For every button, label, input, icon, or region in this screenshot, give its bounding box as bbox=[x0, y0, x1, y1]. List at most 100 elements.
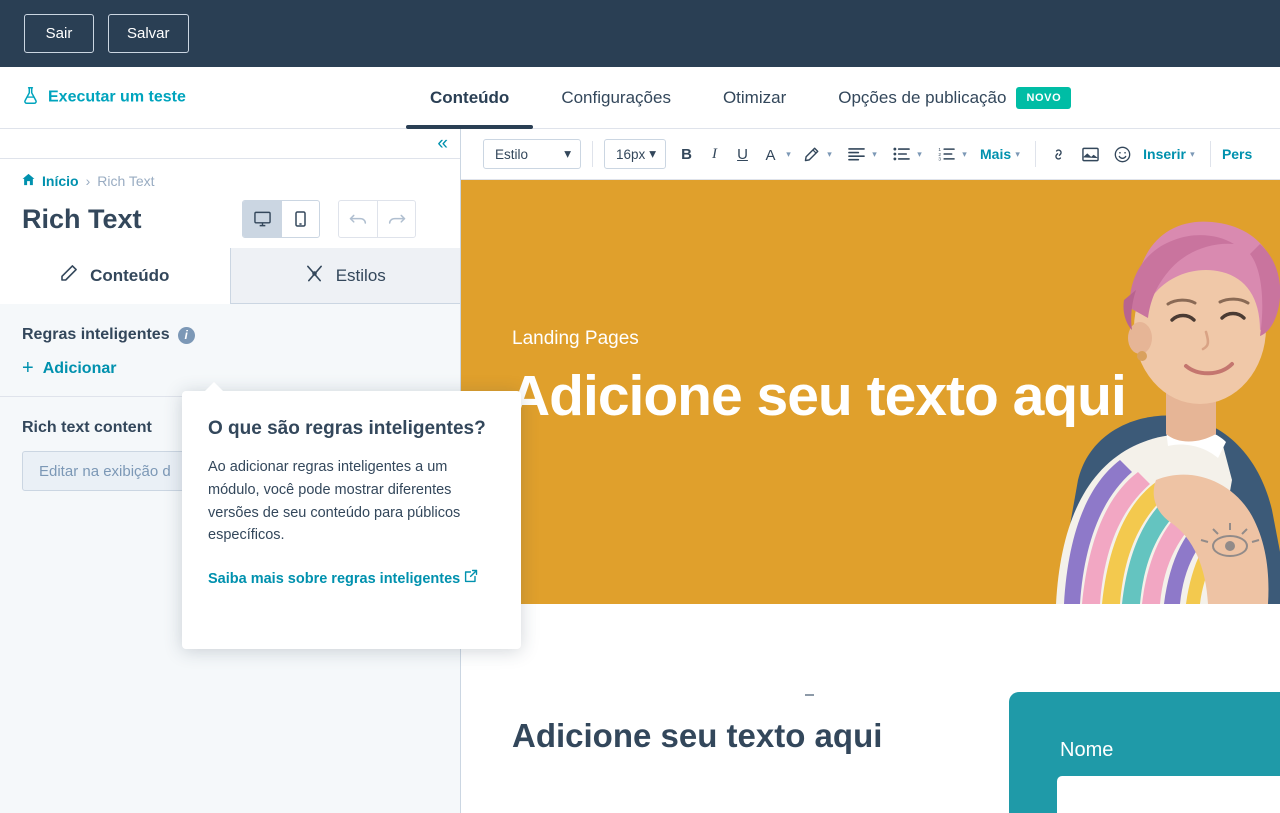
chevron-down-icon[interactable]: ▾ bbox=[868, 139, 881, 169]
smart-rules-title: Regras inteligentes bbox=[22, 326, 170, 343]
top-toolbar: Sair Salvar bbox=[0, 0, 1280, 67]
font-size-value: 16px bbox=[616, 146, 646, 162]
bullet-list-icon[interactable] bbox=[890, 139, 913, 169]
toolbar-divider-1 bbox=[592, 141, 593, 167]
smart-rules-section: Regras inteligentes i + Adicionar bbox=[0, 304, 460, 397]
more-menu-button[interactable]: Mais bbox=[980, 146, 1011, 162]
hero-section: Landing Pages Adicione seu texto aqui bbox=[461, 180, 1280, 604]
bold-button[interactable]: B bbox=[675, 139, 698, 169]
chevron-down-icon: ▾ bbox=[649, 146, 656, 161]
subtab-conteudo-label: Conteúdo bbox=[90, 265, 170, 285]
page-title: Rich Text bbox=[22, 203, 142, 234]
tooltip-learn-more-link[interactable]: Saiba mais sobre regras inteligentes bbox=[208, 565, 495, 591]
history-controls bbox=[338, 200, 416, 238]
breadcrumb: Início › Rich Text bbox=[22, 173, 438, 189]
tooltip-body: Ao adicionar regras inteligentes a um mó… bbox=[208, 458, 461, 544]
rich-text-editor-toolbar: Estilo ▾ 16px ▾ B I U A ▾ ▾ ▾ ▾ 1 2 3 ▾ … bbox=[461, 129, 1280, 180]
external-link-icon bbox=[464, 569, 478, 591]
subtab-estilos-label: Estilos bbox=[335, 265, 386, 285]
section-title[interactable]: Adicione seu texto aqui bbox=[512, 717, 882, 755]
chevron-down-icon[interactable]: ▾ bbox=[913, 139, 926, 169]
chevron-down-icon[interactable]: ▾ bbox=[958, 139, 971, 169]
sidebar-subtabs: Conteúdo Estilos bbox=[0, 248, 460, 304]
tab-opcoes-de-publicacao[interactable]: Opções de publicação NOVO bbox=[812, 67, 1097, 129]
subtab-estilos[interactable]: Estilos bbox=[229, 248, 460, 303]
highlighter-icon[interactable] bbox=[800, 139, 823, 169]
tab-conteudo-label: Conteúdo bbox=[430, 88, 510, 107]
personalize-menu-button[interactable]: Pers bbox=[1222, 146, 1252, 162]
hero-eyebrow: Landing Pages bbox=[512, 328, 639, 349]
smart-rules-tooltip: O que são regras inteligentes? Ao adicio… bbox=[182, 382, 521, 649]
section-tick-mark bbox=[805, 694, 814, 696]
flask-icon bbox=[22, 86, 39, 109]
style-select[interactable]: Estilo ▾ bbox=[483, 139, 581, 169]
brush-icon bbox=[305, 264, 324, 288]
double-chevron-left-icon[interactable]: « bbox=[437, 134, 447, 153]
form-field-label: Nome bbox=[1060, 739, 1114, 761]
desktop-icon[interactable] bbox=[243, 201, 281, 237]
viewport-toggle bbox=[242, 200, 320, 238]
tab-configuracoes[interactable]: Configurações bbox=[535, 67, 697, 129]
chevron-down-icon[interactable]: ▾ bbox=[823, 139, 836, 169]
tab-opcoes-label: Opções de publicação bbox=[838, 88, 1007, 107]
person-with-pink-hair-photo bbox=[1056, 221, 1280, 604]
tab-otimizar[interactable]: Otimizar bbox=[697, 67, 812, 129]
form-name-input[interactable] bbox=[1057, 776, 1280, 813]
subtab-conteudo[interactable]: Conteúdo bbox=[0, 248, 230, 304]
breadcrumb-current: Rich Text bbox=[97, 173, 155, 189]
mobile-icon[interactable] bbox=[281, 201, 319, 237]
numbered-list-icon[interactable]: 1 2 3 bbox=[935, 139, 958, 169]
sidebar-title-row: Rich Text bbox=[22, 200, 438, 238]
save-button[interactable]: Salvar bbox=[108, 14, 189, 53]
chevron-down-icon[interactable]: ▾ bbox=[1011, 139, 1024, 169]
emoji-icon[interactable] bbox=[1111, 139, 1134, 169]
tab-otimizar-label: Otimizar bbox=[722, 88, 787, 107]
tab-configuracoes-label: Configurações bbox=[561, 88, 671, 107]
info-icon[interactable]: i bbox=[177, 326, 195, 344]
breadcrumb-home-label: Início bbox=[42, 173, 79, 189]
run-test-label: Executar um teste bbox=[48, 88, 186, 106]
chevron-down-icon: ▾ bbox=[564, 146, 571, 161]
svg-text:1: 1 bbox=[938, 147, 941, 153]
chevron-down-icon[interactable]: ▾ bbox=[1186, 139, 1199, 169]
image-icon[interactable] bbox=[1079, 139, 1102, 169]
primary-nav: Executar um teste Conteúdo Configurações… bbox=[0, 67, 1280, 129]
content-section: Adicione seu texto aqui Nome bbox=[461, 604, 1280, 813]
font-color-icon[interactable]: A bbox=[759, 139, 782, 169]
smart-rules-title-row: Regras inteligentes i bbox=[22, 326, 438, 344]
link-icon[interactable] bbox=[1047, 139, 1070, 169]
exit-button[interactable]: Sair bbox=[24, 14, 94, 53]
app-root: Sair Salvar Executar um teste Conteúdo C… bbox=[0, 0, 1280, 813]
svg-text:A: A bbox=[765, 147, 775, 163]
tooltip-link-label: Saiba mais sobre regras inteligentes bbox=[208, 571, 461, 588]
redo-icon[interactable] bbox=[377, 201, 415, 237]
plus-icon: + bbox=[22, 357, 34, 379]
align-left-icon[interactable] bbox=[845, 139, 868, 169]
sidebar-collapse-row: « bbox=[0, 129, 460, 159]
page-preview-canvas: Landing Pages Adicione seu texto aqui Ad… bbox=[461, 180, 1280, 813]
toolbar-divider-3 bbox=[1209, 141, 1211, 167]
svg-text:3: 3 bbox=[938, 157, 941, 161]
tab-conteudo[interactable]: Conteúdo bbox=[404, 67, 535, 129]
add-smart-rule-button[interactable]: + Adicionar bbox=[22, 357, 438, 380]
undo-icon[interactable] bbox=[339, 201, 377, 237]
home-icon bbox=[22, 173, 35, 189]
nav-tab-list: Conteúdo Configurações Otimizar Opções d… bbox=[404, 67, 1097, 129]
font-size-select[interactable]: 16px ▾ bbox=[604, 139, 666, 169]
breadcrumb-home[interactable]: Início bbox=[22, 173, 79, 189]
underline-button[interactable]: U bbox=[731, 139, 754, 169]
toolbar-divider-2 bbox=[1035, 141, 1037, 167]
pencil-icon bbox=[60, 264, 78, 287]
run-test-button[interactable]: Executar um teste bbox=[22, 86, 186, 109]
style-select-value: Estilo bbox=[495, 146, 529, 162]
chevron-down-icon[interactable]: ▾ bbox=[782, 139, 795, 169]
insert-menu-button[interactable]: Inserir bbox=[1143, 146, 1186, 162]
sidebar-header: Início › Rich Text Rich Text bbox=[0, 159, 460, 248]
form-card: Nome bbox=[1009, 692, 1280, 813]
italic-button[interactable]: I bbox=[703, 139, 726, 169]
novo-badge: NOVO bbox=[1016, 87, 1072, 109]
tooltip-title: O que são regras inteligentes? bbox=[208, 418, 486, 439]
breadcrumb-separator: › bbox=[85, 173, 91, 189]
add-smart-rule-label: Adicionar bbox=[42, 359, 117, 377]
